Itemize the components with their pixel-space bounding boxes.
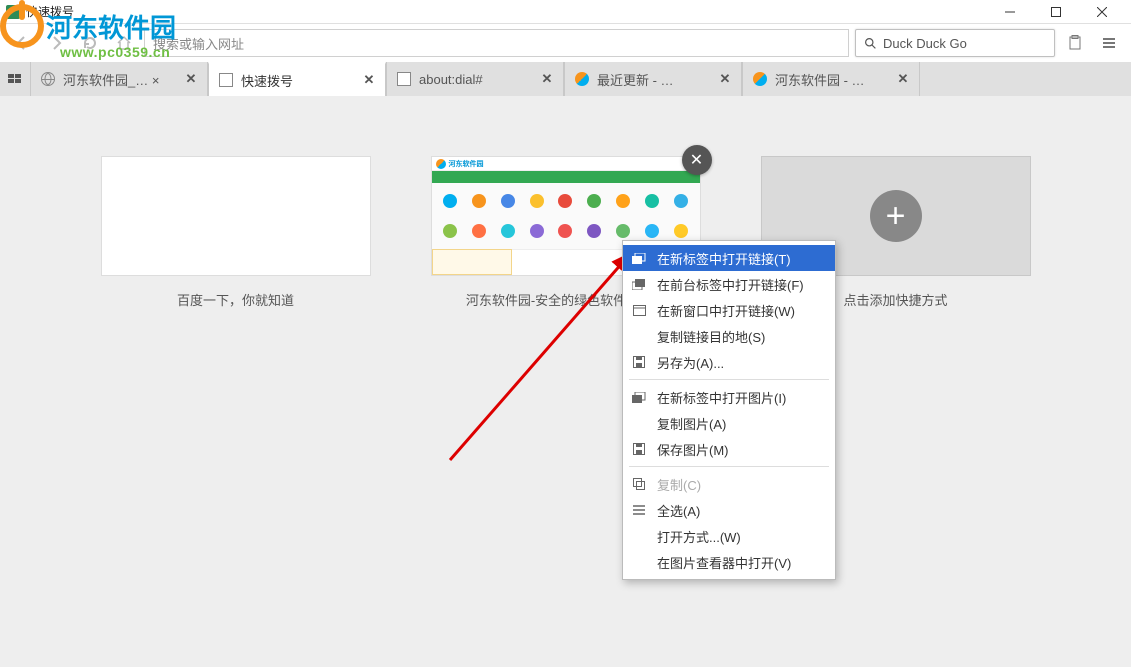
address-placeholder: 搜索或输入网址 xyxy=(153,34,244,53)
context-menu-separator xyxy=(629,466,829,467)
tab-close-icon[interactable]: ✕ xyxy=(719,73,731,85)
context-menu-label: 另存为(A)... xyxy=(657,353,724,372)
context-menu-item-13[interactable]: 在图片查看器中打开(V) xyxy=(623,549,835,575)
context-menu-item-8[interactable]: 保存图片(M) xyxy=(623,436,835,462)
context-menu-item-10: 复制(C) xyxy=(623,471,835,497)
maximize-button[interactable] xyxy=(1033,0,1079,24)
navigation-toolbar: 搜索或输入网址 Duck Duck Go xyxy=(0,24,1131,62)
speed-dial-page: 百度一下，你就知道河东软件园✕河东软件园-安全的绿色软件下载…+点击添加快捷方式 xyxy=(0,96,1131,667)
clipboard-button[interactable] xyxy=(1061,29,1089,57)
tab-0[interactable]: 河东软件园_… × ✕ xyxy=(30,62,208,96)
tab-title: 最近更新 - … xyxy=(597,70,711,89)
app-icon xyxy=(6,5,20,19)
tab-title: 河东软件园_… × xyxy=(63,70,177,89)
favcolor-icon xyxy=(575,72,589,86)
context-menu[interactable]: 在新标签中打开链接(T) 在前台标签中打开链接(F) 在新窗口中打开链接(W) 复制链… xyxy=(622,240,836,580)
search-placeholder: Duck Duck Go xyxy=(883,36,967,51)
address-bar[interactable]: 搜索或输入网址 xyxy=(144,29,849,57)
tab-3[interactable]: 最近更新 - … ✕ xyxy=(564,62,742,96)
tab-1[interactable]: 快速拨号 ✕ xyxy=(208,62,386,96)
tab-strip: 河东软件园_… ×✕快速拨号✕about:dial#✕最近更新 - …✕河东软件… xyxy=(0,62,1131,96)
tabs-icon xyxy=(631,253,647,264)
selall-icon xyxy=(631,505,647,515)
back-button[interactable] xyxy=(8,29,36,57)
tab-4[interactable]: 河东软件园 - … ✕ xyxy=(742,62,920,96)
save-icon xyxy=(631,356,647,368)
copy-icon xyxy=(631,478,647,490)
tile-close-icon[interactable]: ✕ xyxy=(682,145,712,175)
context-menu-item-0[interactable]: 在新标签中打开链接(T) xyxy=(623,245,835,271)
tile-label: 百度一下，你就知道 xyxy=(177,290,294,309)
context-menu-item-6[interactable]: 在新标签中打开图片(I) xyxy=(623,384,835,410)
context-menu-item-1[interactable]: 在前台标签中打开链接(F) xyxy=(623,271,835,297)
tile-label: 点击添加快捷方式 xyxy=(843,290,947,309)
context-menu-label: 在图片查看器中打开(V) xyxy=(657,553,791,572)
globe-icon xyxy=(41,72,55,86)
tab-fg-icon xyxy=(631,279,647,290)
context-menu-label: 复制链接目的地(S) xyxy=(657,327,765,346)
context-menu-label: 在新标签中打开链接(T) xyxy=(657,249,791,268)
tab-list-button[interactable] xyxy=(0,62,30,96)
context-menu-separator xyxy=(629,379,829,380)
tab-title: 快速拨号 xyxy=(241,71,355,90)
tab-title: 河东软件园 - … xyxy=(775,70,889,89)
tab-title: about:dial# xyxy=(419,72,533,87)
tab-close-icon[interactable]: ✕ xyxy=(185,73,197,85)
window-title: 快速拨号 xyxy=(26,3,74,20)
reload-button[interactable] xyxy=(76,29,104,57)
tab-close-icon[interactable]: ✕ xyxy=(541,73,553,85)
close-button[interactable] xyxy=(1079,0,1125,24)
home-button[interactable] xyxy=(110,29,138,57)
search-bar[interactable]: Duck Duck Go xyxy=(855,29,1055,57)
context-menu-label: 全选(A) xyxy=(657,501,700,520)
tab-close-icon[interactable]: ✕ xyxy=(363,74,375,86)
context-menu-label: 打开方式...(W) xyxy=(657,527,741,546)
title-bar: 快速拨号 xyxy=(0,0,1131,24)
context-menu-item-7[interactable]: 复制图片(A) xyxy=(623,410,835,436)
plus-icon: + xyxy=(870,190,922,242)
context-menu-item-11[interactable]: 全选(A) xyxy=(623,497,835,523)
search-icon xyxy=(864,37,877,50)
menu-button[interactable] xyxy=(1095,29,1123,57)
context-menu-label: 保存图片(M) xyxy=(657,440,729,459)
dial-tile-0[interactable]: 百度一下，你就知道 xyxy=(101,156,371,309)
context-menu-item-3[interactable]: 复制链接目的地(S) xyxy=(623,323,835,349)
empty-icon xyxy=(397,72,411,86)
context-menu-label: 复制图片(A) xyxy=(657,414,726,433)
tab-2[interactable]: about:dial# ✕ xyxy=(386,62,564,96)
context-menu-item-12[interactable]: 打开方式...(W) xyxy=(623,523,835,549)
forward-button[interactable] xyxy=(42,29,70,57)
empty-icon xyxy=(219,73,233,87)
favcolor-icon xyxy=(753,72,767,86)
context-menu-label: 在新标签中打开图片(I) xyxy=(657,388,786,407)
window-icon xyxy=(631,305,647,316)
tab-close-icon[interactable]: ✕ xyxy=(897,73,909,85)
context-menu-label: 在新窗口中打开链接(W) xyxy=(657,301,795,320)
context-menu-label: 复制(C) xyxy=(657,475,701,494)
context-menu-item-4[interactable]: 另存为(A)... xyxy=(623,349,835,375)
context-menu-label: 在前台标签中打开链接(F) xyxy=(657,275,804,294)
save-icon xyxy=(631,443,647,455)
minimize-button[interactable] xyxy=(987,0,1033,24)
context-menu-item-2[interactable]: 在新窗口中打开链接(W) xyxy=(623,297,835,323)
tabs-icon xyxy=(631,392,647,403)
tile-thumbnail[interactable] xyxy=(101,156,371,276)
